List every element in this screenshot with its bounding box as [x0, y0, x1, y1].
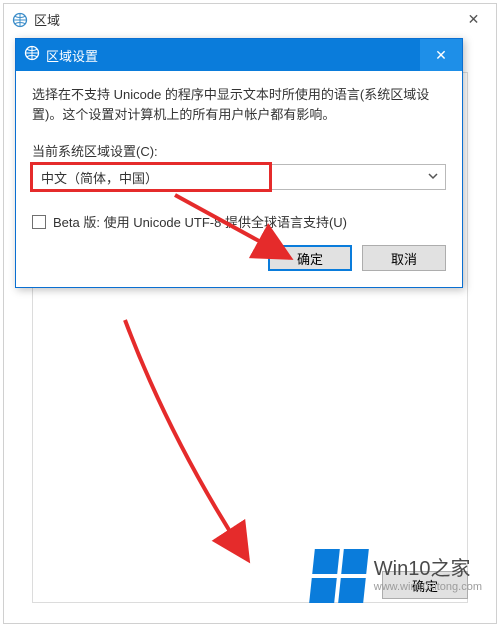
globe-icon — [12, 12, 28, 28]
close-icon: ✕ — [435, 47, 447, 64]
watermark-title: Win10之家 — [374, 557, 482, 581]
utf8-checkbox-row[interactable]: Beta 版: 使用 Unicode UTF-8 提供全球语言支持(U) — [32, 212, 446, 231]
watermark: Win10之家 www.win10xitong.com — [312, 549, 482, 603]
modal-description: 选择在不支持 Unicode 的程序中显示文本时所使用的语言(系统区域设置)。这… — [32, 85, 446, 125]
chevron-down-icon — [427, 170, 439, 185]
parent-close-button[interactable]: ✕ — [451, 4, 496, 34]
locale-field-label: 当前系统区域设置(C): — [32, 141, 446, 160]
modal-cancel-button[interactable]: 取消 — [362, 245, 446, 271]
region-settings-dialog: 区域设置 ✕ 选择在不支持 Unicode 的程序中显示文本时所使用的语言(系统… — [15, 38, 463, 288]
close-icon: ✕ — [468, 11, 480, 28]
modal-titlebar: 区域设置 ✕ — [16, 39, 462, 71]
modal-ok-button[interactable]: 确定 — [268, 245, 352, 271]
parent-titlebar: 区域 ✕ — [4, 4, 496, 36]
locale-dropdown-value: 中文（简体，中国） — [41, 168, 158, 187]
watermark-url: www.win10xitong.com — [374, 581, 482, 594]
checkbox-icon[interactable] — [32, 215, 46, 229]
modal-title: 区域设置 — [46, 46, 98, 65]
locale-dropdown[interactable]: 中文（简体，中国） — [32, 164, 446, 190]
globe-icon — [24, 45, 40, 66]
parent-title: 区域 — [34, 10, 60, 29]
utf8-checkbox-label: Beta 版: 使用 Unicode UTF-8 提供全球语言支持(U) — [53, 212, 347, 231]
windows-logo-icon — [309, 549, 369, 603]
modal-close-button[interactable]: ✕ — [420, 39, 462, 71]
